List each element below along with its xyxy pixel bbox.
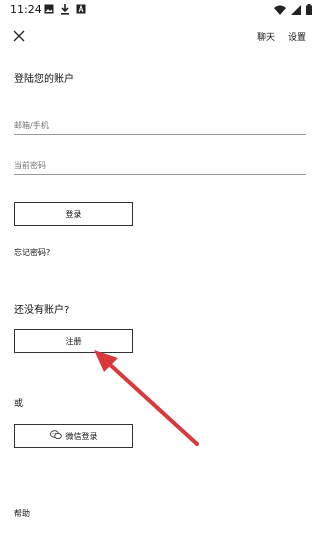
login-button[interactable]: 登录 [14,202,133,226]
or-label: 或 [14,399,24,409]
status-time: 11:24 [10,3,42,16]
status-icons-left [44,4,86,15]
top-bar: 聊天 设置 [0,26,320,48]
status-bar: 11:24 [0,0,320,20]
password-field-container [14,159,306,175]
help-link[interactable]: 帮助 [14,508,30,519]
wechat-button-label: 微信登录 [65,431,98,441]
email-field[interactable] [14,121,306,130]
status-icons-right [274,4,312,15]
font-icon [76,4,86,15]
no-account-prompt: 还没有账户? [14,305,70,316]
wechat-icon [49,430,62,442]
wechat-login-button[interactable]: 微信登录 [14,424,133,448]
register-button-label: 注册 [65,336,82,346]
login-title: 登陆您的账户 [14,74,74,85]
chat-link[interactable]: 聊天 [257,30,275,43]
battery-icon [306,4,312,15]
login-button-label: 登录 [65,209,82,219]
image-icon [44,4,54,15]
wifi-icon [274,5,286,15]
register-button[interactable]: 注册 [14,329,133,353]
password-field[interactable] [14,161,306,170]
download-icon [60,4,70,15]
email-field-container [14,119,306,135]
settings-link[interactable]: 设置 [288,30,306,43]
close-icon[interactable] [12,28,26,42]
signal-icon [291,4,301,15]
forgot-password-link[interactable]: 忘记密码? [14,247,50,258]
